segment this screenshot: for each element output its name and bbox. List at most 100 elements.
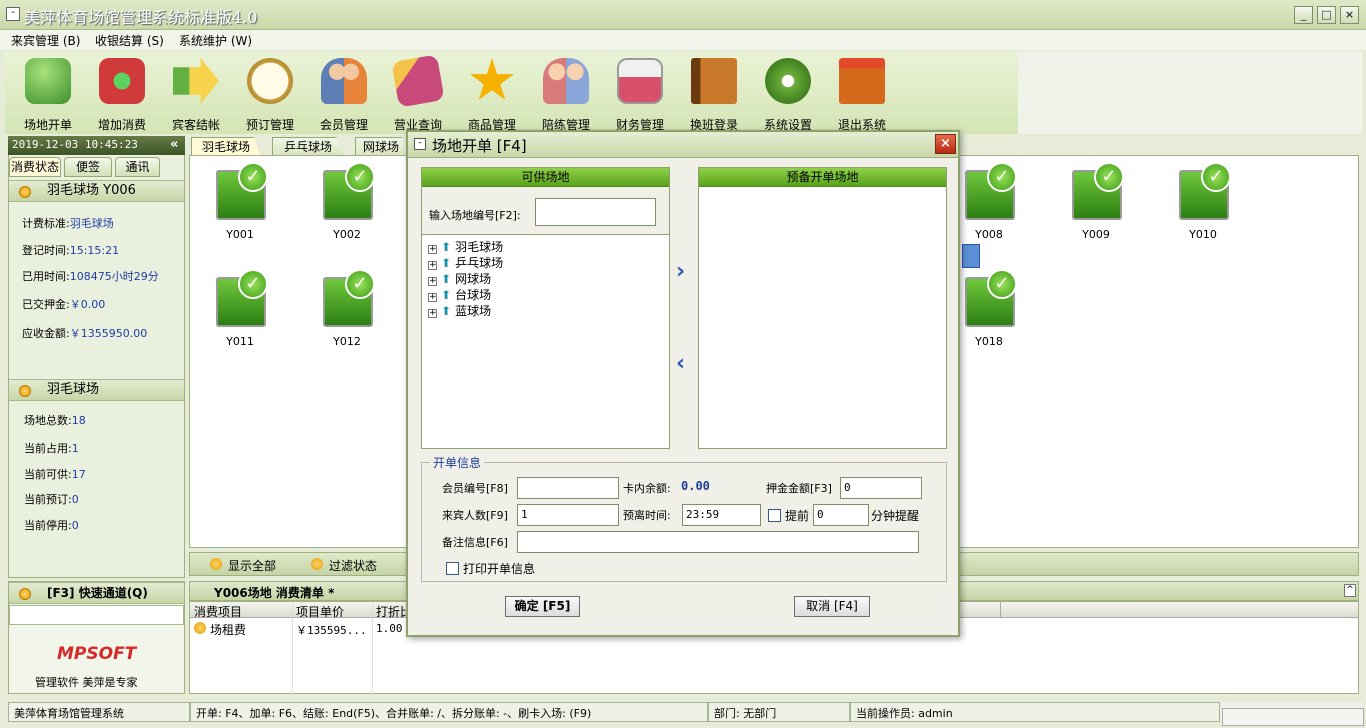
tab-notes[interactable]: 便签 [64, 157, 112, 177]
rate-row: 计费标准:羽毛球场 [22, 215, 114, 231]
tool-coach[interactable]: 陪练管理 [529, 52, 603, 134]
court-panel-title: 羽毛球场 Y006 [47, 183, 136, 198]
occupied-label: 当前占用: [24, 442, 72, 455]
menu-checkout[interactable]: 收银结算 (S) [95, 32, 164, 49]
court-tile[interactable]: ✓ Y009 [1046, 162, 1126, 252]
court-type-icon: ⬆ [441, 272, 452, 286]
tool-checkout[interactable]: 宾客结帐 [159, 52, 233, 134]
member-input[interactable] [517, 477, 619, 499]
system-menu-icon[interactable]: - [6, 7, 20, 21]
expand-icon[interactable]: ^ [1344, 584, 1356, 597]
expand-icon[interactable]: + [428, 261, 437, 270]
leave-time-input[interactable]: 23:59 [682, 504, 761, 526]
tab-badminton[interactable]: 羽毛球场 [191, 137, 261, 157]
total-courts-value: 18 [71, 414, 86, 427]
note-input[interactable] [517, 531, 919, 553]
tool-label: 增加消费 [97, 118, 146, 132]
expand-icon[interactable]: + [428, 293, 437, 302]
close-window-button[interactable]: × [1340, 6, 1359, 24]
tree-item[interactable]: + ⬆ 网球场 [428, 270, 491, 287]
court-tile[interactable]: ✓ Y011 [190, 269, 270, 359]
tool-add-consumption[interactable]: 增加消费 [85, 52, 159, 134]
add-arrow-button[interactable]: › [676, 259, 685, 284]
note-label: 备注信息[F6] [442, 536, 508, 549]
tool-exit[interactable]: 退出系统 [825, 52, 899, 134]
court-tile[interactable]: ✓ Y012 [297, 269, 377, 359]
tool-shift-login[interactable]: 换班登录 [677, 52, 751, 134]
tree-item[interactable]: + ⬆ 乒乓球场 [428, 254, 503, 271]
menu-bar: 来宾管理 (B) 收银结算 (S) 系统维护 (W) [0, 30, 1366, 50]
court-label: Y002 [333, 228, 361, 241]
court-label: Y018 [975, 335, 1003, 348]
tool-open-court[interactable]: 场地开单 [11, 52, 85, 134]
court-number-input[interactable] [535, 198, 656, 226]
tab-consumption-status[interactable]: 消费状态 [9, 157, 61, 177]
tool-members[interactable]: 会员管理 [307, 52, 381, 134]
type-panel-header: 羽毛球场 [9, 379, 184, 401]
tree-item[interactable]: + ⬆ 蓝球场 [428, 302, 491, 319]
tool-business-query[interactable]: 营业查询 [381, 52, 455, 134]
expand-icon[interactable]: + [428, 245, 437, 254]
balance-label: 卡内余额: [623, 482, 671, 495]
used-time-label: 已用时间: [22, 270, 70, 283]
collapse-icon[interactable]: « [170, 137, 184, 153]
dialog-close-button[interactable]: × [935, 134, 956, 154]
remove-arrow-button[interactable]: ‹ [676, 351, 685, 376]
ime-toolbar[interactable] [1222, 708, 1364, 726]
reserve-courts-header: 预备开单场地 [699, 168, 946, 187]
tab-pingpong[interactable]: 乒乓球场 [272, 137, 344, 157]
court-type-icon: ⬆ [441, 304, 452, 318]
tool-goods[interactable]: 商品管理 [455, 52, 529, 134]
total-courts-row: 场地总数:18 [24, 412, 86, 428]
mpsoft-logo: MPSOFT [57, 644, 137, 664]
advance-checkbox[interactable] [768, 509, 781, 522]
court-tile[interactable]: ✓ Y001 [190, 162, 270, 252]
quick-channel-input[interactable] [9, 605, 184, 625]
tree-item[interactable]: + ⬆ 台球场 [428, 286, 491, 303]
reserved-row: 当前预订:0 [24, 491, 79, 507]
leave-time-label: 预离时间: [623, 509, 671, 522]
tool-finance[interactable]: 财务管理 [603, 52, 677, 134]
court-number-label: 输入场地编号[F2]: [429, 209, 521, 222]
confirm-button[interactable]: 确定 [F5] [505, 596, 580, 617]
expand-icon[interactable]: + [428, 277, 437, 286]
column-price[interactable]: 项目单价 [296, 603, 344, 620]
tab-tennis[interactable]: 网球场 [355, 137, 407, 157]
tool-reservation[interactable]: 预订管理 [233, 52, 307, 134]
restore-button[interactable]: □ [1317, 6, 1336, 24]
show-all-icon [210, 558, 222, 570]
occupied-court-icon[interactable] [962, 244, 980, 268]
tool-settings[interactable]: 系统设置 [751, 52, 825, 134]
dialog-menu-icon[interactable]: - [414, 138, 426, 150]
total-courts-label: 场地总数: [24, 414, 72, 427]
toolbar: 场地开单 增加消费 宾客结帐 预订管理 会员管理 营业查询 商品管理 陪练管理 … [5, 52, 1018, 134]
court-tile[interactable]: ✓ Y002 [297, 162, 377, 252]
row-item: 场租费 [210, 623, 247, 637]
menu-guest[interactable]: 来宾管理 (B) [11, 32, 80, 49]
tab-communication[interactable]: 通讯 [115, 157, 160, 177]
cancel-button[interactable]: 取消 [F4] [794, 596, 870, 617]
show-all-button[interactable]: 显示全部 [228, 557, 276, 574]
available-courts-header: 可供场地 [422, 168, 669, 187]
menu-system[interactable]: 系统维护 (W) [179, 32, 252, 49]
advance-minutes-input[interactable]: 0 [813, 504, 869, 526]
filter-status-button[interactable]: 过滤状态 [329, 557, 377, 574]
reserve-courts-panel[interactable]: 预备开单场地 [698, 167, 947, 449]
minimize-button[interactable]: _ [1294, 6, 1313, 24]
check-icon: ✓ [238, 162, 268, 192]
deposit-label: 押金金额[F3] [766, 482, 832, 495]
tree-item[interactable]: + ⬆ 羽毛球场 [428, 238, 503, 255]
register-time-label: 登记时间: [22, 244, 70, 257]
guests-input[interactable]: 1 [517, 504, 619, 526]
court-tile[interactable]: ✓ Y010 [1153, 162, 1233, 252]
column-item[interactable]: 消费项目 [194, 603, 242, 620]
check-icon: ✓ [1201, 162, 1231, 192]
print-order-checkbox[interactable] [446, 562, 459, 575]
tool-label: 场地开单 [23, 118, 72, 132]
calculator-icon [617, 58, 663, 104]
expand-icon[interactable]: + [428, 309, 437, 318]
receivable-label: 应收金额: [22, 327, 70, 340]
used-time-row: 已用时间:108475小时29分 [22, 268, 159, 284]
deposit-input[interactable]: 0 [840, 477, 922, 499]
balance-value: 0.00 [681, 479, 710, 493]
